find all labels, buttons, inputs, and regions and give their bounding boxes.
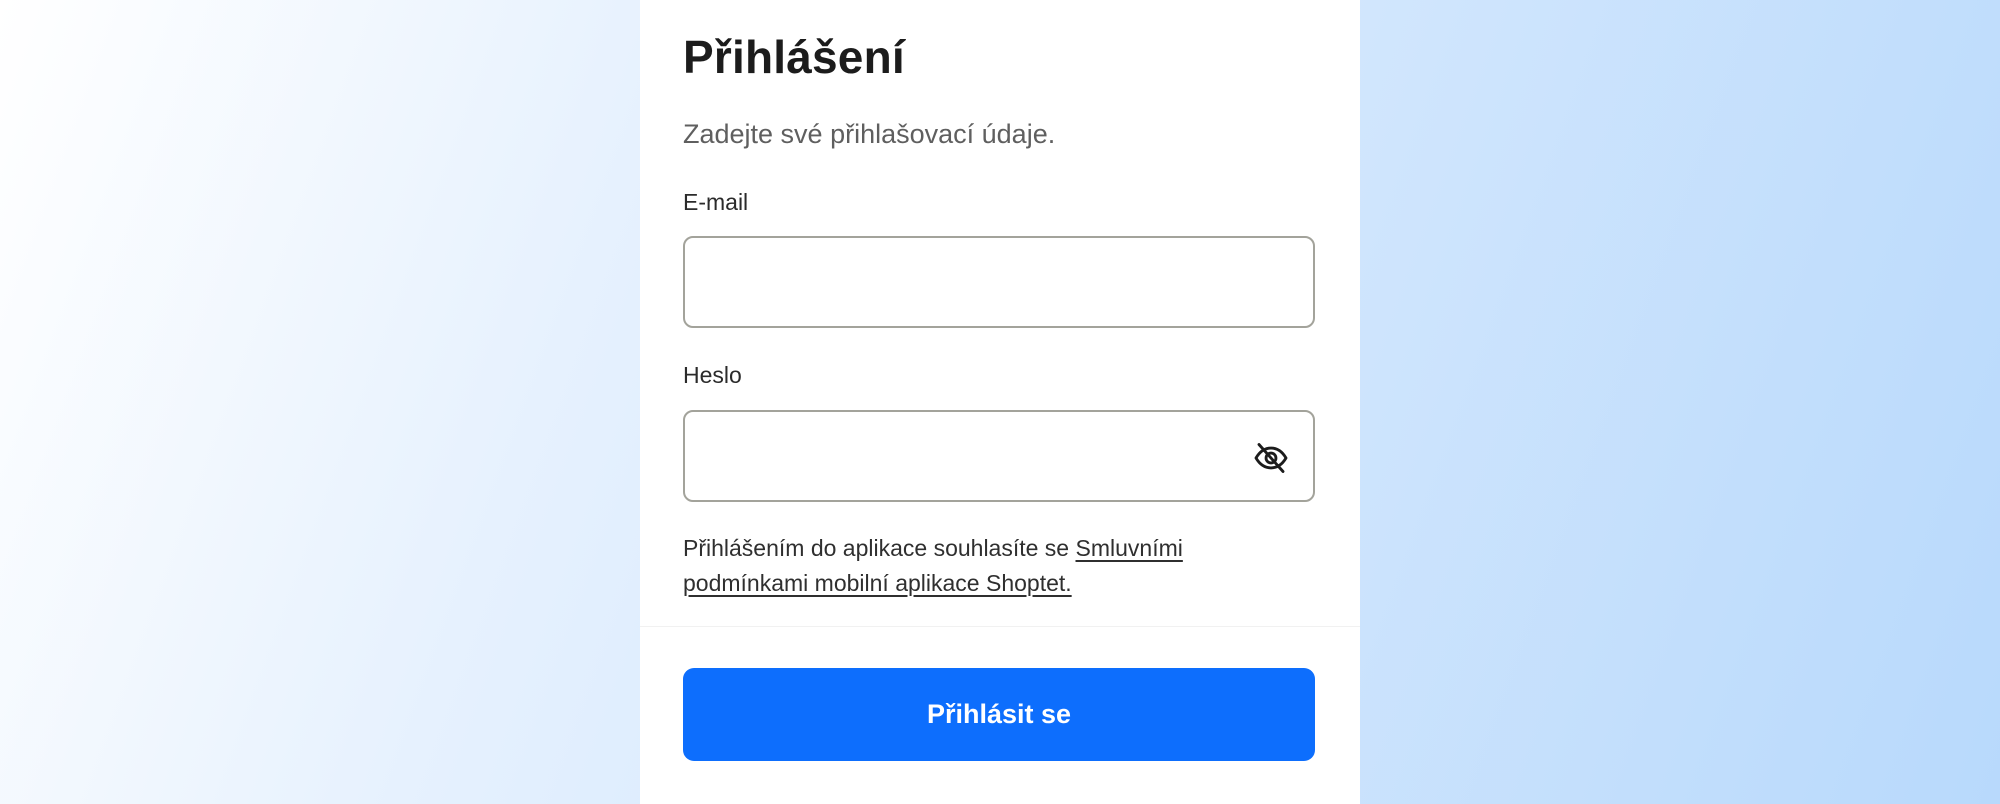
email-field-container bbox=[683, 236, 1315, 328]
login-button[interactable]: Přihlásit se bbox=[683, 668, 1315, 761]
password-input[interactable] bbox=[685, 412, 1313, 500]
divider bbox=[640, 626, 1360, 627]
page-title: Přihlášení bbox=[683, 31, 905, 83]
password-field-container bbox=[683, 410, 1315, 502]
terms-text: Přihlášením do aplikace souhlasíte se Sm… bbox=[683, 531, 1283, 601]
email-label: E-mail bbox=[683, 189, 749, 215]
eye-off-icon[interactable] bbox=[1253, 440, 1289, 476]
password-label: Heslo bbox=[683, 362, 742, 388]
login-panel: Přihlášení Zadejte své přihlašovací údaj… bbox=[640, 0, 1360, 804]
email-input[interactable] bbox=[685, 238, 1313, 326]
terms-prefix: Přihlášením do aplikace souhlasíte se bbox=[683, 535, 1076, 561]
page-subtitle: Zadejte své přihlašovací údaje. bbox=[683, 119, 1056, 149]
